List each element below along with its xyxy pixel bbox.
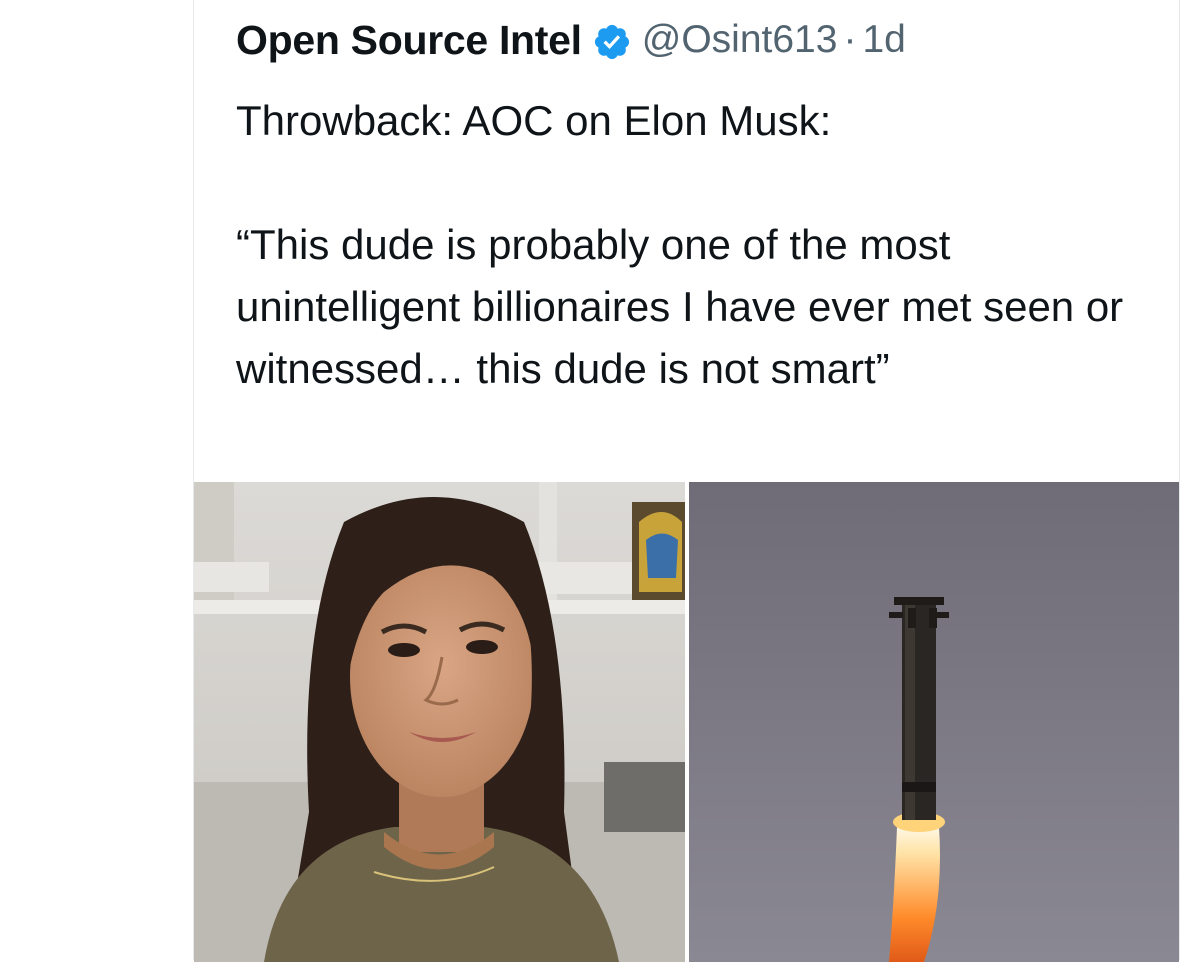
tweet-media[interactable] bbox=[194, 482, 1179, 962]
video-thumbnail-rocket[interactable] bbox=[689, 482, 1179, 962]
tweet-timestamp[interactable]: 1d bbox=[862, 18, 905, 62]
tweet-card[interactable]: Open Source Intel @Osint613 · 1d Throwba… bbox=[193, 0, 1180, 962]
tweet-header: Open Source Intel @Osint613 · 1d bbox=[236, 10, 906, 70]
video-thumbnail-person[interactable] bbox=[194, 482, 685, 962]
author-name[interactable]: Open Source Intel bbox=[236, 17, 582, 64]
separator-dot: · bbox=[843, 18, 857, 61]
author-handle[interactable]: @Osint613 bbox=[642, 18, 838, 62]
tweet-text: Throwback: AOC on Elon Musk: “This dude … bbox=[236, 97, 1124, 392]
verified-badge-icon[interactable] bbox=[592, 22, 632, 62]
